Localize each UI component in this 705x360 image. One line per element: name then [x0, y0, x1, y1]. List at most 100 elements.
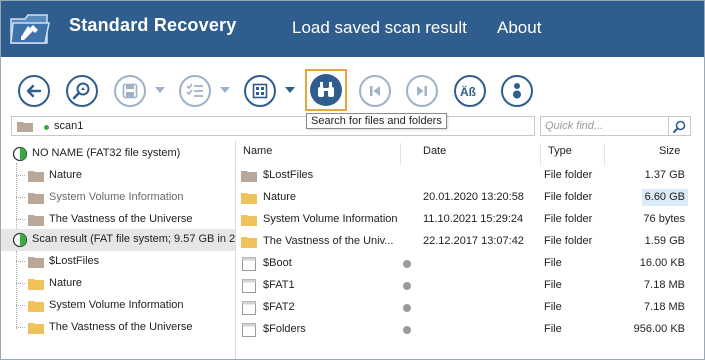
- file-icon: [242, 323, 256, 337]
- file-icon: [242, 301, 256, 315]
- tree-connector: [16, 305, 25, 306]
- column-separator[interactable]: [400, 143, 401, 165]
- tree-item-lostfiles[interactable]: $LostFiles: [1, 251, 235, 273]
- search-tooltip: Search for files and folders: [306, 113, 447, 129]
- table-row[interactable]: System Volume Information 11.10.2021 15:…: [236, 209, 690, 231]
- row-size: 1.59 GB: [644, 235, 685, 247]
- binoculars-icon: [318, 82, 334, 97]
- tree-item-nature-scan[interactable]: Nature: [1, 273, 235, 295]
- menu-load-saved-scan[interactable]: Load saved scan result: [292, 18, 467, 38]
- row-type: File: [544, 257, 562, 269]
- info-icon: [513, 83, 521, 99]
- path-text: scan1: [54, 120, 84, 132]
- search-icon: [673, 120, 686, 133]
- info-button[interactable]: [501, 75, 533, 107]
- column-separator[interactable]: [604, 143, 605, 165]
- tree-item-nature[interactable]: Nature: [1, 165, 235, 187]
- folder-gray-icon: [17, 122, 33, 132]
- folder-gray-icon: [241, 171, 257, 182]
- column-header-name[interactable]: Name: [243, 145, 272, 157]
- row-type: File folder: [544, 169, 593, 181]
- table-row[interactable]: The Vastness of the Univ... 22.12.2017 1…: [236, 231, 690, 253]
- app-logo-icon: [10, 14, 50, 44]
- save-icon: [122, 83, 138, 99]
- row-date: 22.12.2017 13:07:42: [423, 235, 524, 247]
- table-row[interactable]: $FAT1 File 7.18 MB: [236, 275, 690, 297]
- tree-item-system-volume-scan[interactable]: System Volume Information: [1, 295, 235, 317]
- tree-item-vastness-universe[interactable]: The Vastness of the Universe: [1, 209, 235, 231]
- next-icon: [417, 86, 427, 96]
- folder-icon: [28, 279, 44, 290]
- tree-item-system-volume-information[interactable]: System Volume Information: [1, 187, 235, 209]
- table-row[interactable]: $FAT2 File 7.18 MB: [236, 297, 690, 319]
- disk-icon: [12, 146, 28, 162]
- previous-icon: [370, 86, 380, 96]
- file-icon: [242, 257, 256, 271]
- table-row[interactable]: $Boot File 16.00 KB: [236, 253, 690, 275]
- previous-button[interactable]: [359, 75, 391, 107]
- header-bar: Standard Recovery Load saved scan result…: [1, 1, 704, 57]
- row-type: File folder: [544, 191, 593, 203]
- tree-connector: [16, 283, 25, 284]
- row-type: File folder: [544, 235, 593, 247]
- view-mode-dropdown-arrow[interactable]: [285, 87, 295, 93]
- folder-icon: [241, 193, 257, 204]
- tree-item-scan-result[interactable]: Scan result (FAT file system; 9.57 GB in…: [1, 229, 235, 251]
- row-name: $FAT1: [263, 279, 295, 291]
- table-row[interactable]: $Folders File 956.00 KB: [236, 319, 690, 341]
- view-grid-icon: [252, 83, 268, 99]
- save-dropdown-arrow[interactable]: [155, 87, 165, 93]
- search-files-button[interactable]: [305, 69, 347, 111]
- quick-find-input[interactable]: Quick find...: [540, 116, 669, 136]
- row-name: Nature: [263, 191, 297, 203]
- status-dot: [403, 304, 411, 312]
- toolbar: [1, 57, 704, 115]
- save-button[interactable]: [114, 75, 146, 107]
- tree-item-label: The Vastness of the Universe: [49, 213, 193, 225]
- column-header-size[interactable]: Size: [659, 145, 680, 157]
- file-icon: [242, 279, 256, 293]
- status-dot: [403, 260, 411, 268]
- back-button[interactable]: [18, 75, 50, 107]
- table-row[interactable]: $LostFiles File folder 1.37 GB: [236, 165, 690, 187]
- table-row[interactable]: Nature 20.01.2020 13:20:58 File folder 6…: [236, 187, 690, 209]
- list-select-button[interactable]: [179, 75, 211, 107]
- view-mode-button[interactable]: [244, 75, 276, 107]
- app-title: Standard Recovery: [69, 15, 237, 35]
- list-scrollbar[interactable]: [690, 165, 704, 359]
- status-dot: [403, 282, 411, 290]
- row-name: System Volume Information: [263, 213, 398, 225]
- case-sensitive-button[interactable]: Äß: [454, 75, 486, 107]
- tree-item-label: The Vastness of the Universe: [49, 321, 193, 333]
- row-type: File folder: [544, 213, 593, 225]
- column-header-date[interactable]: Date: [423, 145, 446, 157]
- next-button[interactable]: [406, 75, 438, 107]
- folder-icon: [241, 215, 257, 226]
- svg-text:Äß: Äß: [460, 84, 476, 99]
- tree-item-label: $LostFiles: [49, 255, 100, 267]
- tree-connector: [16, 261, 25, 262]
- column-separator[interactable]: [540, 143, 541, 165]
- tree-panel: NO NAME (FAT32 file system) Nature Syste…: [1, 141, 235, 359]
- tree-item-label: NO NAME (FAT32 file system): [32, 147, 181, 159]
- path-bar[interactable]: scan1: [11, 116, 535, 136]
- tree-item-label: Nature: [49, 169, 83, 181]
- row-name: $Boot: [263, 257, 292, 269]
- folder-gray-icon: [28, 171, 44, 182]
- tree-item-label: System Volume Information: [49, 299, 184, 311]
- tree-connector: [16, 175, 25, 176]
- row-date: 11.10.2021 15:29:24: [423, 213, 524, 225]
- search-files-button-circle: [310, 74, 342, 106]
- tree-item-disk-noname[interactable]: NO NAME (FAT32 file system): [1, 143, 235, 165]
- menu-about[interactable]: About: [497, 18, 541, 38]
- folder-icon: [241, 237, 257, 248]
- status-dot: [403, 326, 411, 334]
- tree-item-vastness-scan[interactable]: The Vastness of the Universe: [1, 317, 235, 339]
- quick-find-button[interactable]: [669, 116, 691, 136]
- tree-item-label: Scan result (FAT file system; 9.57 GB in…: [32, 233, 236, 245]
- folder-icon: [28, 301, 44, 312]
- column-header-type[interactable]: Type: [548, 145, 572, 157]
- list-select-dropdown-arrow[interactable]: [220, 87, 230, 93]
- inspect-button[interactable]: [66, 75, 98, 107]
- inspect-icon: [72, 82, 90, 100]
